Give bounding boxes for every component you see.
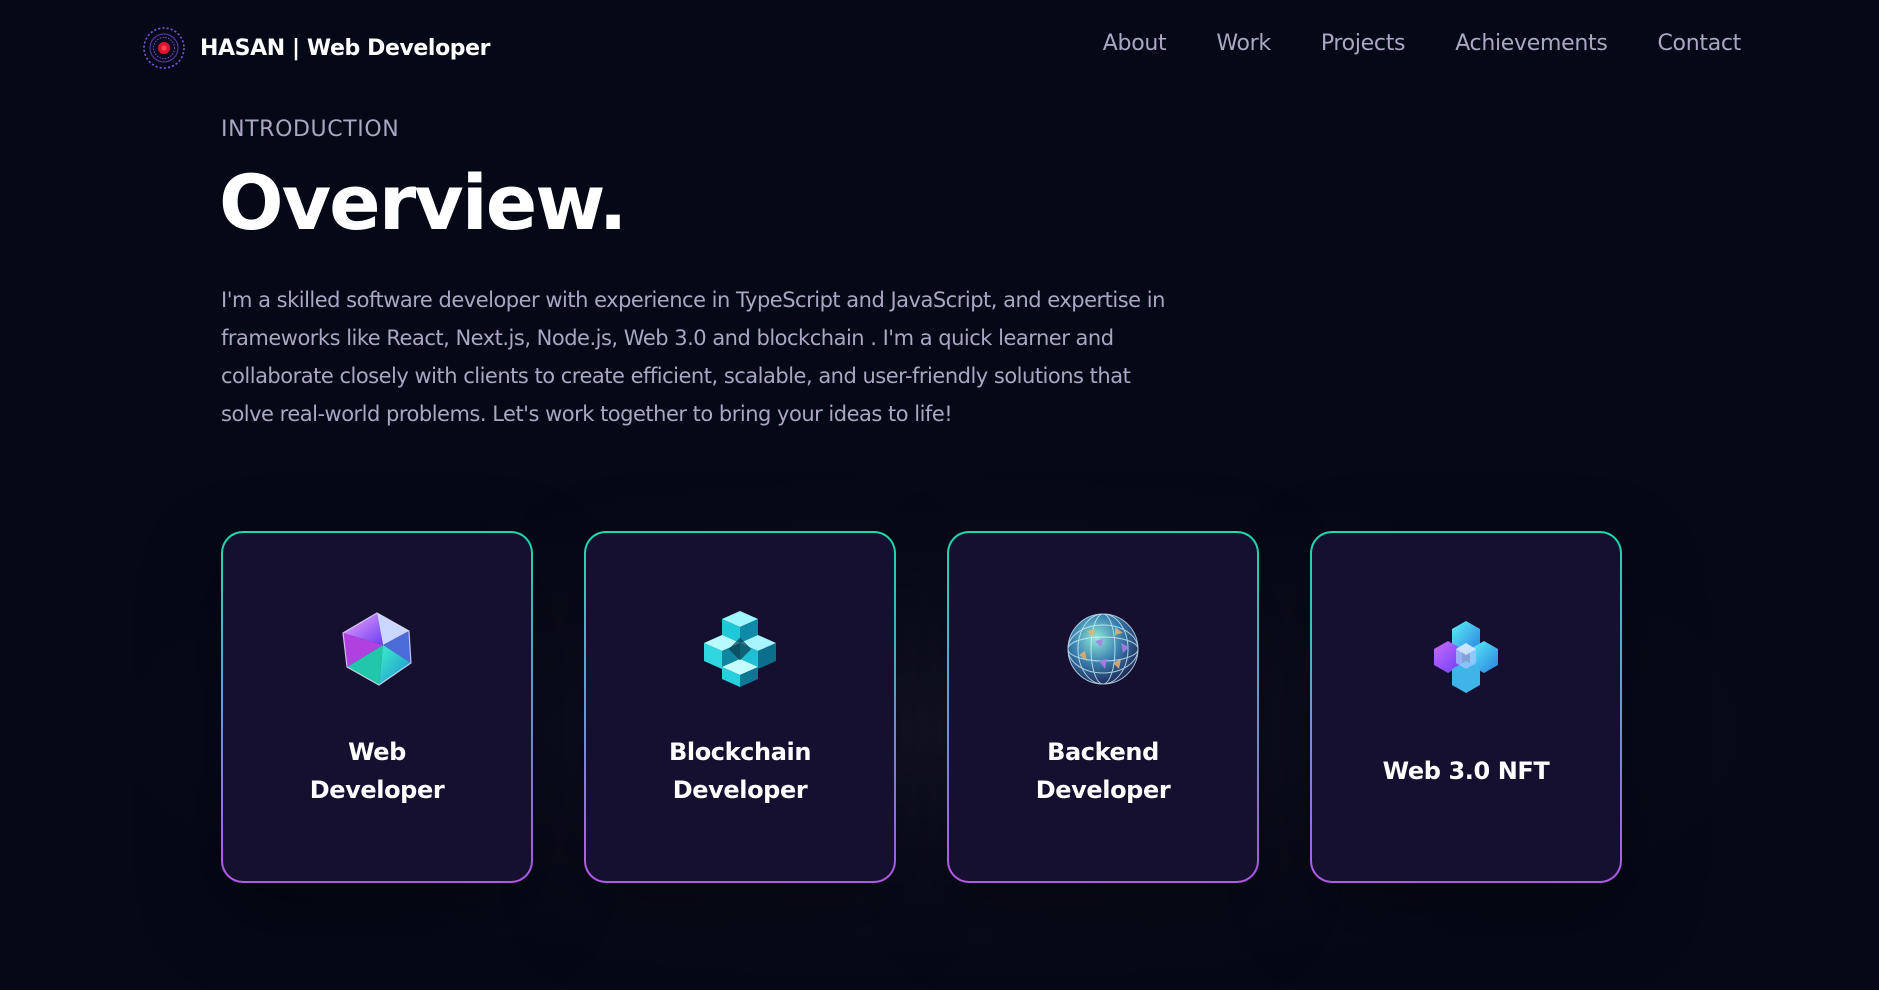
- overview-paragraph: I'm a skilled software developer with ex…: [221, 288, 1165, 426]
- section-title: Overview.: [219, 158, 628, 247]
- service-title: Blockchain Developer: [668, 738, 812, 804]
- logo-icon: [143, 27, 185, 69]
- service-title: Web Developer: [309, 738, 445, 804]
- service-card-web-developer[interactable]: Web Developer: [221, 531, 533, 883]
- service-card-body: Backend Developer: [949, 533, 1257, 881]
- nav-menu: About Work Projects Achievements Contact: [1103, 31, 1742, 56]
- faceted-sphere-icon: [1067, 613, 1139, 685]
- nav-link-projects[interactable]: Projects: [1321, 31, 1406, 56]
- brand-link[interactable]: HASAN | Web Developer: [142, 25, 491, 71]
- nav-link-contact[interactable]: Contact: [1658, 31, 1742, 56]
- service-card-web3-nft[interactable]: Web 3.0 NFT: [1310, 531, 1622, 883]
- service-card-body: Blockchain Developer: [586, 533, 894, 881]
- nav-link-achievements[interactable]: Achievements: [1455, 31, 1608, 56]
- service-title: Web 3.0 NFT: [1382, 757, 1550, 785]
- nav-link-work[interactable]: Work: [1216, 31, 1271, 56]
- cube-lattice-icon: [704, 611, 776, 687]
- service-card-backend-developer[interactable]: Backend Developer: [947, 531, 1259, 883]
- service-card-blockchain-developer[interactable]: Blockchain Developer: [584, 531, 896, 883]
- hexagon-cluster-icon: [1434, 621, 1498, 693]
- icosahedron-gem-icon: [342, 612, 412, 686]
- nav-link-about[interactable]: About: [1103, 31, 1167, 56]
- service-card-body: Web 3.0 NFT: [1312, 533, 1620, 881]
- service-title: Backend Developer: [1035, 738, 1171, 804]
- service-card-body: Web Developer: [223, 533, 531, 881]
- service-cards: Web Developer Blockchain Developer Backe…: [221, 531, 1622, 883]
- section-subtitle: Introduction: [221, 117, 400, 142]
- navbar: HASAN | Web Developer About Work Project…: [0, 0, 1879, 94]
- brand-name: HASAN | Web Developer: [200, 35, 491, 61]
